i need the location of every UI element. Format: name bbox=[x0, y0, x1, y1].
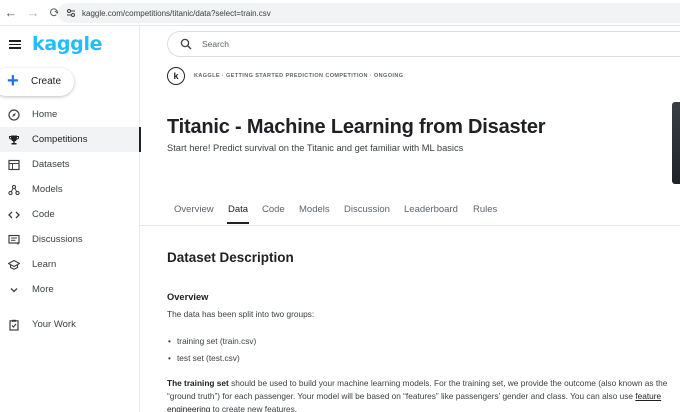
paragraph-line-1: The training set should be used to build… bbox=[167, 378, 667, 388]
list-item-text: training set (train.csv) bbox=[177, 336, 257, 346]
browser-toolbar: ← → ⟳ kaggle.com/competitions/titanic/da… bbox=[0, 0, 680, 26]
trophy-icon bbox=[7, 133, 20, 146]
chevron-down-icon bbox=[7, 283, 20, 296]
sidebar-item-label: Models bbox=[32, 184, 63, 195]
paragraph-line-3: engineering to create new features. bbox=[167, 404, 297, 412]
intro-text: The data has been split into two groups: bbox=[167, 309, 315, 319]
engineering-link[interactable]: engineering bbox=[167, 404, 210, 412]
sidebar-item-datasets[interactable]: Datasets bbox=[0, 152, 140, 177]
search-icon bbox=[180, 38, 192, 50]
tab-overview[interactable]: Overview bbox=[174, 204, 214, 215]
list-item: test set (test.csv) bbox=[168, 353, 240, 363]
tab-rules[interactable]: Rules bbox=[473, 204, 497, 215]
list-item: training set (train.csv) bbox=[168, 336, 256, 346]
sidebar: kaggle + Create Home Competitions Datase… bbox=[0, 26, 141, 412]
page-title: Titanic - Machine Learning from Disaster bbox=[167, 116, 546, 138]
sidebar-item-label: More bbox=[32, 284, 54, 295]
tab-discussion[interactable]: Discussion bbox=[344, 204, 390, 215]
code-icon bbox=[7, 208, 20, 221]
comment-icon bbox=[7, 233, 20, 246]
page-subtitle: Start here! Predict survival on the Tita… bbox=[167, 143, 464, 153]
sidebar-item-competitions[interactable]: Competitions bbox=[0, 127, 141, 152]
plus-icon: + bbox=[7, 70, 19, 92]
sidebar-item-more[interactable]: More bbox=[0, 277, 140, 302]
overview-heading: Overview bbox=[167, 292, 209, 302]
tab-leaderboard[interactable]: Leaderboard bbox=[404, 204, 458, 215]
search-placeholder: Search bbox=[202, 39, 229, 49]
clipboard-icon bbox=[7, 318, 20, 331]
school-icon bbox=[7, 258, 20, 271]
tabs-divider bbox=[140, 225, 680, 226]
list-item-text: test set (test.csv) bbox=[177, 353, 240, 363]
site-settings-icon[interactable] bbox=[66, 8, 76, 18]
paragraph-text: to create new features. bbox=[210, 404, 298, 412]
competition-tabs: Overview Data Code Models Discussion Lea… bbox=[167, 199, 680, 225]
create-label: Create bbox=[31, 76, 62, 87]
tab-models[interactable]: Models bbox=[299, 204, 330, 215]
sidebar-item-label: Your Work bbox=[32, 319, 76, 330]
back-arrow-icon[interactable]: ← bbox=[2, 4, 20, 22]
sidebar-item-home[interactable]: Home bbox=[0, 102, 140, 127]
sidebar-item-label: Discussions bbox=[32, 234, 83, 245]
sidebar-item-models[interactable]: Models bbox=[0, 177, 140, 202]
forward-arrow-icon[interactable]: → bbox=[24, 4, 42, 22]
hamburger-menu-icon[interactable] bbox=[9, 40, 21, 49]
models-icon bbox=[7, 183, 20, 196]
sidebar-item-label: Home bbox=[32, 109, 58, 120]
tab-code[interactable]: Code bbox=[262, 204, 285, 215]
sidebar-item-discussions[interactable]: Discussions bbox=[0, 227, 140, 252]
competition-header-image bbox=[672, 102, 680, 184]
kaggle-badge-icon: k bbox=[167, 67, 185, 85]
paragraph-text: “ground truth”) for each passenger. Your… bbox=[167, 391, 636, 401]
create-button[interactable]: + Create bbox=[0, 68, 74, 96]
url-text: kaggle.com/competitions/titanic/data?sel… bbox=[82, 8, 271, 18]
active-tab-indicator bbox=[227, 222, 249, 224]
table-icon bbox=[7, 158, 20, 171]
bold-term: The training set bbox=[167, 378, 229, 388]
kaggle-logo[interactable]: kaggle bbox=[32, 33, 103, 55]
feature-link[interactable]: feature bbox=[635, 391, 661, 401]
competition-meta: KAGGLE · GETTING STARTED PREDICTION COMP… bbox=[194, 73, 404, 79]
paragraph-line-2: “ground truth”) for each passenger. Your… bbox=[167, 391, 661, 401]
sidebar-nav: Home Competitions Datasets Models Code D… bbox=[0, 102, 141, 337]
sidebar-item-label: Competitions bbox=[32, 134, 88, 145]
tab-data[interactable]: Data bbox=[228, 204, 248, 215]
paragraph-text: should be used to build your machine lea… bbox=[228, 378, 668, 388]
sidebar-item-code[interactable]: Code bbox=[0, 202, 140, 227]
sidebar-item-label: Datasets bbox=[32, 159, 70, 170]
sidebar-item-label: Learn bbox=[32, 259, 57, 270]
sidebar-item-label: Code bbox=[32, 209, 55, 220]
search-input[interactable]: Search bbox=[167, 31, 680, 57]
section-title: Dataset Description bbox=[167, 250, 294, 265]
sidebar-item-learn[interactable]: Learn bbox=[0, 252, 140, 277]
sidebar-item-your-work[interactable]: Your Work bbox=[0, 312, 140, 337]
compass-icon bbox=[7, 108, 20, 121]
address-bar[interactable]: kaggle.com/competitions/titanic/data?sel… bbox=[58, 3, 680, 23]
